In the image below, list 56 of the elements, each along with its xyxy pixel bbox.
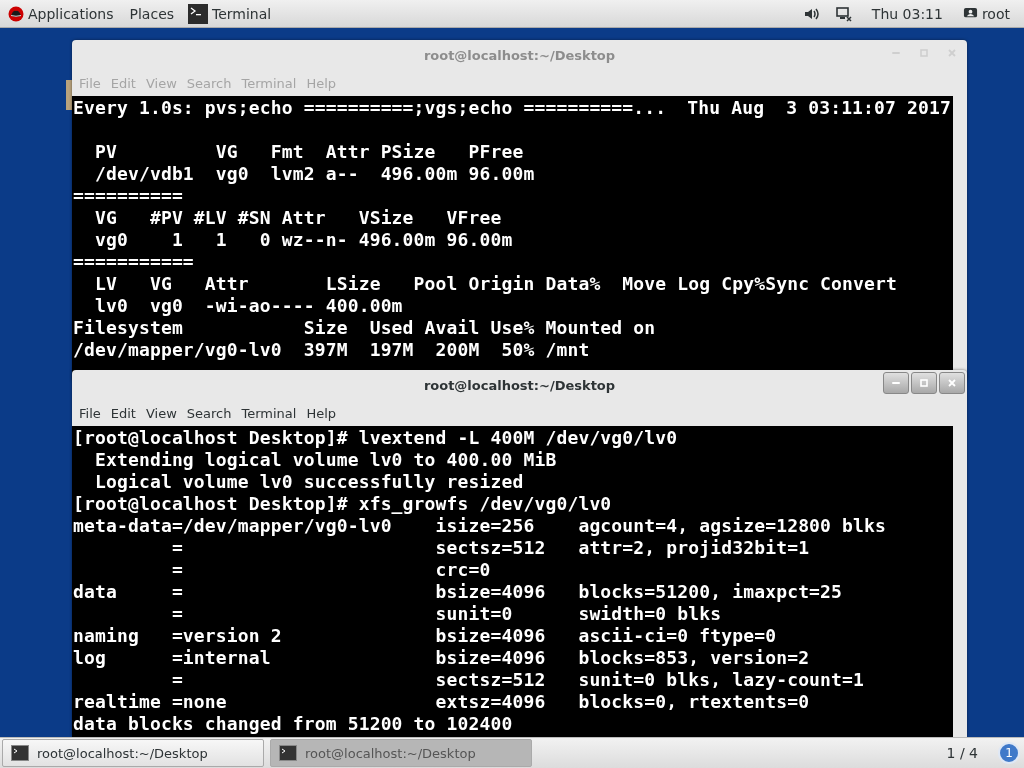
terminal-line: /dev/vdb1 vg0 lvm2 a-- 496.00m 96.00m [93, 163, 536, 185]
hat-icon [8, 5, 24, 22]
terminal-line: meta-data=/dev/mapper/vg0-lv0 isize=256 agcount=4, agsize=12800 blks [73, 515, 888, 537]
minimize-icon [892, 382, 900, 384]
menu-item[interactable]: View [140, 405, 182, 421]
window-title: root@localhost:~/Desktop [423, 377, 616, 393]
app-menu[interactable]: Terminal [186, 0, 280, 28]
terminal-line: = sectsz=512 sunit=0 blks, lazy-count=1 [170, 669, 866, 691]
menu-item[interactable]: File [74, 405, 106, 421]
close-icon [947, 48, 957, 58]
terminal-line: Filesystem Size Used Avail Use% Mounted on [73, 317, 657, 339]
terminal-line: VG #PV #LV #SN Attr VSize VFree [93, 207, 503, 229]
taskbar-button[interactable]: root@localhost:~/Desktop [2, 739, 264, 767]
terminal-line: data blocks changed from 51200 to 102400 [73, 713, 514, 735]
menu-item[interactable]: Help [301, 405, 342, 421]
terminal-line: =========== [73, 251, 195, 273]
watch-command: Every 1.0s: pvs;echo ==========;vgs;echo ==========... [73, 97, 667, 119]
places-menu[interactable]: Places [121, 0, 183, 28]
taskbar-button[interactable]: root@localhost:~/Desktop [270, 739, 532, 767]
maximize-button[interactable] [911, 372, 937, 394]
menu-item[interactable]: Terminal [236, 405, 302, 421]
terminal-line: /dev/mapper/vg0-lv0 397M 197M 200M 50% /mnt [73, 339, 591, 361]
watch-time: Thu Aug 3 03:11:07 2017 [687, 97, 951, 119]
close-icon [947, 378, 957, 388]
terminal-line: log =internal bsize=4096 blocks=853, version=2 [73, 647, 811, 669]
terminal-line: LV VG Attr LSize Pool Origin Data% Move Log Cpy%Sync Convert [93, 273, 899, 295]
menu-item[interactable]: Search [181, 405, 237, 421]
terminal-line: = sunit=0 swidth=0 blks [170, 603, 723, 625]
notification-badge[interactable]: 1 [998, 742, 1020, 764]
maximize-icon [919, 378, 929, 388]
applications-menu[interactable]: Applications [0, 0, 122, 28]
network-icon[interactable] [835, 5, 852, 22]
maximize-icon [919, 48, 929, 58]
close-button[interactable] [939, 372, 965, 394]
terminal-line: = crc=0 [170, 559, 492, 581]
terminal-line: Extending logical volume lv0 to 400.00 MiB [93, 449, 558, 471]
terminal-line: data = bsize=4096 blocks=51200, imaxpct=25 [73, 581, 844, 603]
workspace-indicator[interactable]: 1 / 4 [946, 745, 978, 761]
terminal-icon [279, 745, 297, 761]
minimize-button[interactable] [883, 372, 909, 394]
terminal-line: naming =version 2 bsize=4096 ascii-ci=0 ftype=0 [73, 625, 778, 647]
window-title: root@localhost:~/Desktop [423, 47, 616, 63]
terminal-line: [root@localhost Desktop]# xfs_growfs /dev/vg0/lv0 [73, 493, 613, 515]
menu-item[interactable]: Edit [105, 405, 141, 421]
terminal-line: vg0 1 1 0 wz--n- 496.00m 96.00m [93, 229, 514, 251]
clock[interactable]: Thu 03:11 [871, 5, 943, 22]
terminal-line: lv0 vg0 -wi-ao---- 400.00m [93, 295, 404, 317]
terminal-line: = sectsz=512 attr=2, projid32bit=1 [170, 537, 811, 559]
terminal-line: [root@localhost Desktop]# lvextend -L 400M /dev/vg0/lv0 [73, 427, 679, 449]
terminal-line: Logical volume lv0 successfully resized [93, 471, 525, 493]
user-menu[interactable]: root [954, 0, 1024, 28]
terminal-icon [188, 2, 209, 25]
terminal-line: ========== [73, 185, 184, 207]
terminal-line: PV VG Fmt Attr PSize PFree [93, 141, 525, 163]
terminal-line: realtime =none extsz=4096 blocks=0, rtextents=0 [73, 691, 811, 713]
terminal-icon [11, 745, 29, 761]
